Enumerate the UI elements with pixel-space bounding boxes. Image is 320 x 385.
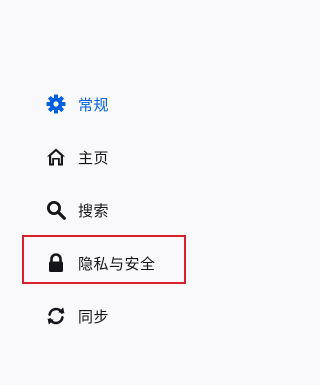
home-icon (45, 146, 67, 168)
sync-icon (45, 305, 67, 327)
sidebar-item-label: 主页 (78, 148, 110, 167)
sidebar-item-home[interactable]: 主页 (45, 140, 109, 174)
sidebar-item-label: 隐私与安全 (78, 254, 156, 273)
sidebar-item-general[interactable]: 常规 (45, 87, 109, 121)
gear-icon (45, 93, 67, 115)
search-icon (45, 199, 67, 221)
sidebar-item-sync[interactable]: 同步 (45, 299, 109, 333)
sidebar-item-label: 搜索 (78, 201, 110, 220)
sidebar-item-label: 常规 (78, 95, 110, 114)
lock-icon (45, 252, 67, 274)
settings-sidebar: 常规 主页 搜索 隐私与安全 同步 (0, 0, 256, 385)
sidebar-item-privacy-security[interactable]: 隐私与安全 (45, 246, 156, 280)
sidebar-item-label: 同步 (78, 307, 110, 326)
sidebar-item-search[interactable]: 搜索 (45, 193, 109, 227)
